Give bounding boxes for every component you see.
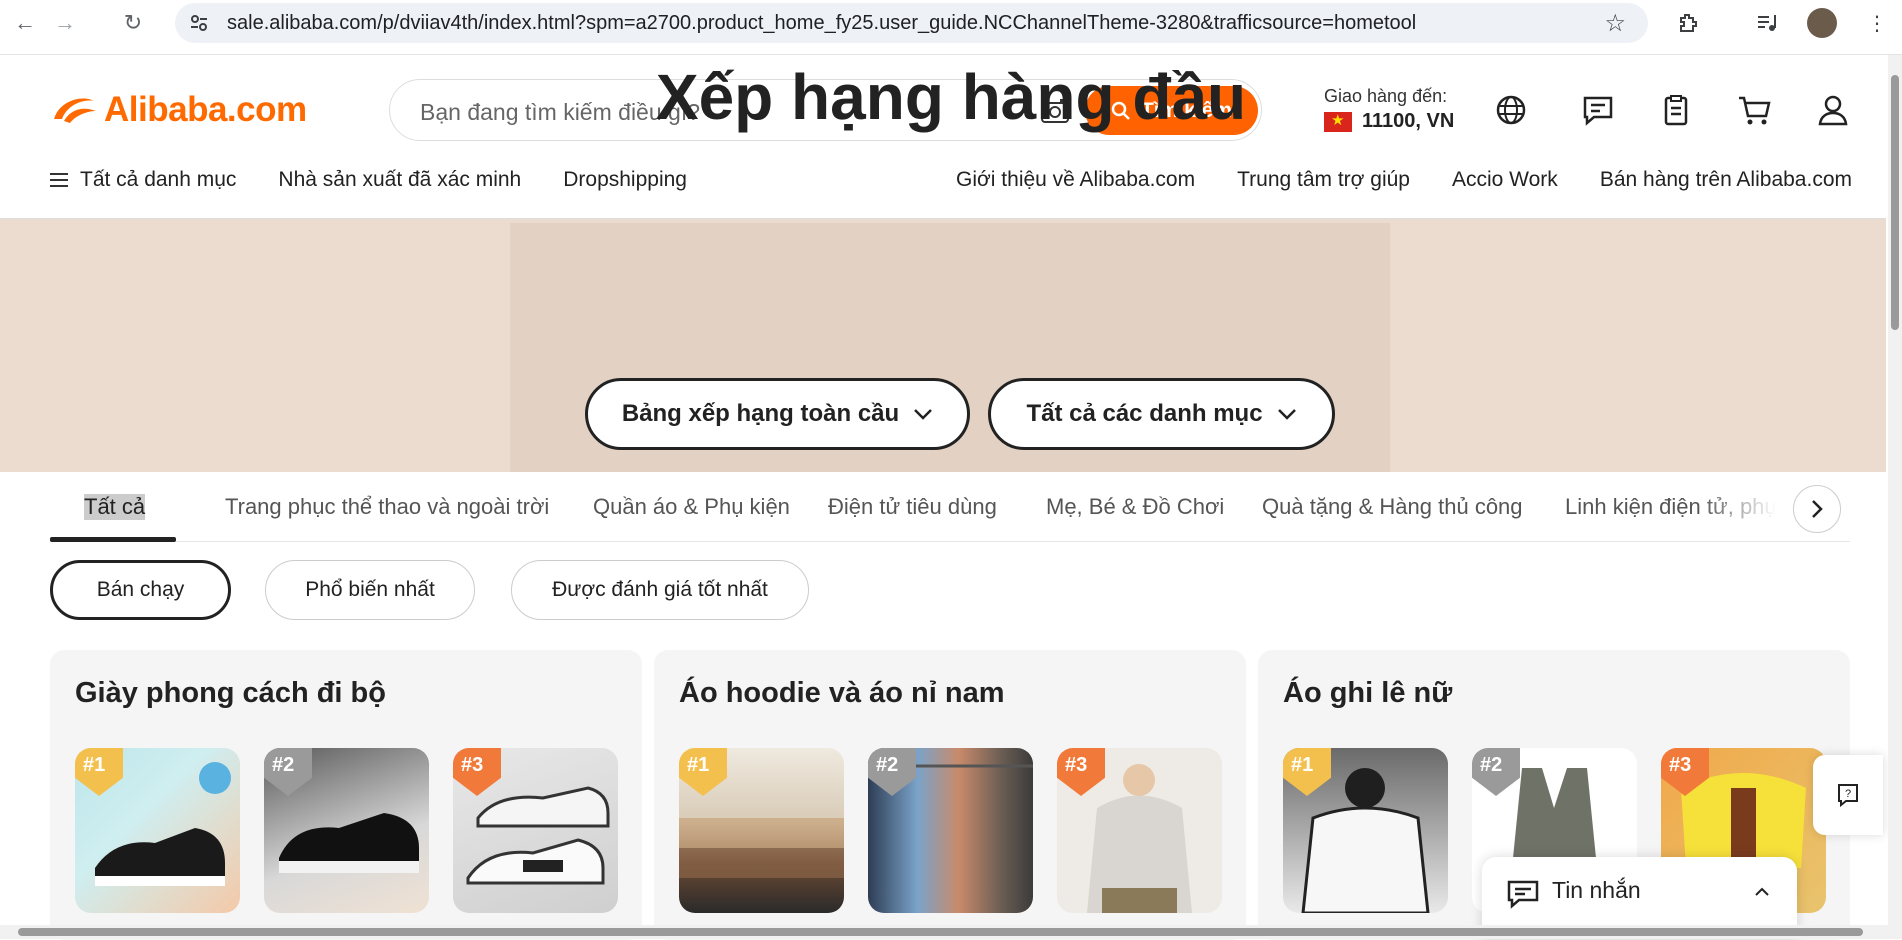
product-thumbnail[interactable]: #3 bbox=[1057, 748, 1222, 913]
nav-verified-manufacturers[interactable]: Nhà sản xuất đã xác minh bbox=[278, 168, 521, 192]
product-thumbnail[interactable]: #2 bbox=[264, 748, 429, 913]
vertical-scrollbar[interactable] bbox=[1888, 55, 1902, 939]
nav-dropshipping[interactable]: Dropshipping bbox=[563, 168, 687, 192]
nav-accio-work[interactable]: Accio Work bbox=[1452, 168, 1558, 192]
media-control-icon[interactable] bbox=[1752, 8, 1782, 38]
site-info-icon[interactable] bbox=[189, 13, 209, 33]
tab-apparel-accessories[interactable]: Quần áo & Phụ kiện bbox=[593, 494, 790, 520]
chevron-right-icon bbox=[1812, 500, 1823, 518]
ranking-card[interactable]: Giày phong cách đi bộ #1 #2 #3 bbox=[50, 650, 642, 940]
address-bar[interactable]: sale.alibaba.com/p/dviiav4th/index.html?… bbox=[175, 3, 1648, 43]
tab-gifts-crafts[interactable]: Quà tặng & Hàng thủ công bbox=[1262, 494, 1523, 520]
back-icon[interactable]: ← bbox=[10, 8, 40, 38]
chevron-down-icon bbox=[1277, 409, 1296, 420]
browser-toolbar: ← → ↻ sale.alibaba.com/p/dviiav4th/index… bbox=[0, 0, 1902, 55]
product-thumbnail[interactable]: #1 bbox=[679, 748, 844, 913]
category-tabs: Tất cả Trang phục thể thao và ngoài trời… bbox=[50, 472, 1850, 542]
nav-all-categories[interactable]: Tất cả danh mục bbox=[50, 168, 236, 192]
nav-about-alibaba[interactable]: Giới thiệu về Alibaba.com bbox=[956, 168, 1195, 192]
category-dropdown[interactable]: Tất cả các danh mục bbox=[988, 378, 1335, 450]
nav-sell-on-alibaba[interactable]: Bán hàng trên Alibaba.com bbox=[1600, 168, 1852, 192]
feedback-icon: ? bbox=[1838, 784, 1858, 807]
vertical-scroll-thumb[interactable] bbox=[1891, 75, 1899, 330]
chevron-up-icon[interactable] bbox=[1754, 887, 1770, 897]
card-title: Áo ghi lê nữ bbox=[1283, 677, 1453, 709]
extensions-icon[interactable] bbox=[1673, 8, 1703, 38]
profile-avatar-icon[interactable] bbox=[1807, 8, 1837, 38]
category-dropdown-label: Tất cả các danh mục bbox=[1026, 400, 1263, 427]
chrome-menu-icon[interactable]: ⋮ bbox=[1862, 8, 1892, 38]
tabs-next-button[interactable] bbox=[1793, 485, 1841, 533]
feedback-widget[interactable]: ? bbox=[1813, 755, 1883, 835]
ranking-scope-dropdown[interactable]: Bảng xếp hạng toàn cầu bbox=[585, 378, 970, 450]
bookmark-star-icon[interactable]: ☆ bbox=[1604, 9, 1626, 38]
horizontal-scrollbar[interactable] bbox=[0, 925, 1888, 939]
forward-icon[interactable]: → bbox=[50, 8, 80, 38]
svg-text:?: ? bbox=[1845, 788, 1851, 800]
chat-icon bbox=[1507, 880, 1539, 909]
card-title: Giày phong cách đi bộ bbox=[75, 677, 386, 709]
product-thumbnail[interactable]: #2 bbox=[868, 748, 1033, 913]
hero-title: Xếp hạng hàng đầu bbox=[655, 61, 1247, 133]
card-title: Áo hoodie và áo nỉ nam bbox=[679, 677, 1005, 709]
subnav-left: Tất cả danh mục Nhà sản xuất đã xác minh… bbox=[50, 168, 687, 192]
filter-top-rated[interactable]: Được đánh giá tốt nhất bbox=[511, 560, 809, 620]
subnav-right: Giới thiệu về Alibaba.com Trung tâm trợ … bbox=[956, 168, 1852, 192]
ranking-scope-label: Bảng xếp hạng toàn cầu bbox=[621, 400, 900, 427]
product-thumbnail[interactable]: #1 bbox=[75, 748, 240, 913]
tab-sportswear-outdoor[interactable]: Trang phục thể thao và ngoài trời bbox=[225, 494, 549, 520]
nav-all-categories-label: Tất cả danh mục bbox=[80, 168, 237, 191]
tab-mother-baby-toys[interactable]: Mẹ, Bé & Đồ Chơi bbox=[1046, 494, 1224, 520]
tab-all[interactable]: Tất cả bbox=[84, 494, 146, 520]
filter-most-popular[interactable]: Phổ biến nhất bbox=[265, 560, 475, 620]
nav-help-center[interactable]: Trung tâm trợ giúp bbox=[1237, 168, 1410, 192]
active-tab-indicator bbox=[50, 537, 176, 542]
tab-consumer-electronics[interactable]: Điện tử tiêu dùng bbox=[828, 494, 997, 520]
chevron-down-icon bbox=[914, 409, 933, 420]
messages-label: Tin nhắn bbox=[1552, 877, 1641, 903]
horizontal-scroll-thumb[interactable] bbox=[18, 928, 1863, 936]
menu-icon bbox=[50, 173, 68, 188]
product-thumbnail[interactable]: #1 bbox=[1283, 748, 1448, 913]
url-text: sale.alibaba.com/p/dviiav4th/index.html?… bbox=[227, 12, 1417, 34]
reload-icon[interactable]: ↻ bbox=[118, 8, 148, 38]
product-thumbnail[interactable]: #3 bbox=[453, 748, 618, 913]
tabs-fade-overlay bbox=[1700, 480, 1795, 535]
filter-best-selling[interactable]: Bán chạy bbox=[50, 560, 231, 620]
ranking-card[interactable]: Áo hoodie và áo nỉ nam #1 #2 #3 bbox=[654, 650, 1246, 940]
